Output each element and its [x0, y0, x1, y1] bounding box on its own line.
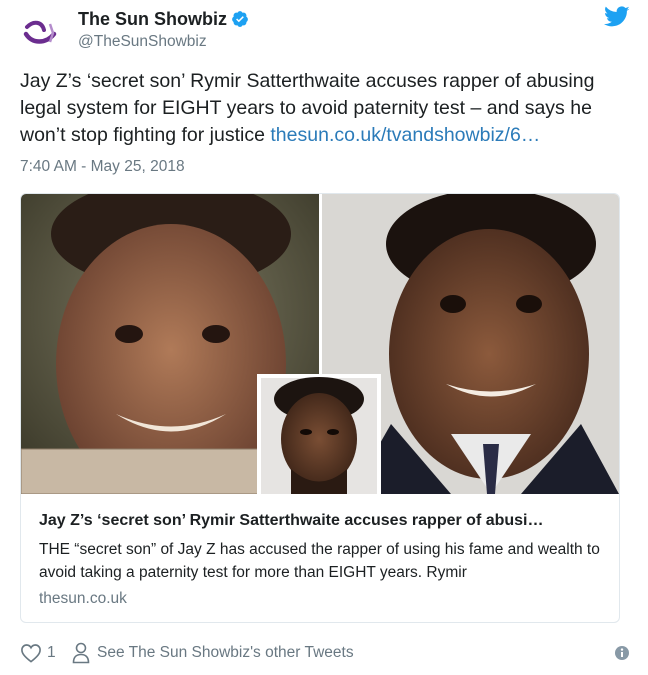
- tweet-header: The Sun Showbiz @TheSunShowbiz: [20, 6, 630, 58]
- tweet-text: Jay Z’s ‘secret son’ Rymir Satterthwaite…: [20, 68, 630, 149]
- card-domain: thesun.co.uk: [39, 590, 127, 607]
- info-icon[interactable]: [614, 645, 630, 661]
- author-block[interactable]: The Sun Showbiz @TheSunShowbiz: [78, 8, 249, 51]
- card-description: THE “secret son” of Jay Z has accused th…: [39, 541, 600, 581]
- link-card[interactable]: Jay Z’s ‘secret son’ Rymir Satterthwaite…: [20, 193, 620, 623]
- tweet-link[interactable]: thesun.co.uk/tvandshowbiz/6…: [270, 124, 540, 146]
- embedded-tweet: The Sun Showbiz @TheSunShowbiz Jay Z’s ‘…: [0, 0, 648, 675]
- tweet-actions: 1 See The Sun Showbiz's other Tweets: [20, 642, 630, 666]
- author-display-name[interactable]: The Sun Showbiz: [78, 9, 227, 30]
- like-count[interactable]: 1: [47, 644, 56, 662]
- person-icon: [72, 642, 90, 664]
- twitter-bird-icon[interactable]: [604, 6, 630, 28]
- card-image[interactable]: [21, 194, 619, 494]
- author-handle[interactable]: @TheSunShowbiz: [78, 33, 249, 51]
- heart-icon[interactable]: [20, 643, 42, 663]
- tweet-timestamp[interactable]: 7:40 AM - May 25, 2018: [20, 158, 185, 176]
- verified-badge-icon: [232, 11, 248, 27]
- sun-logo-icon[interactable]: [20, 8, 64, 52]
- card-title[interactable]: Jay Z’s ‘secret son’ Rymir Satterthwaite…: [39, 512, 604, 530]
- other-tweets-link[interactable]: See The Sun Showbiz's other Tweets: [97, 644, 354, 662]
